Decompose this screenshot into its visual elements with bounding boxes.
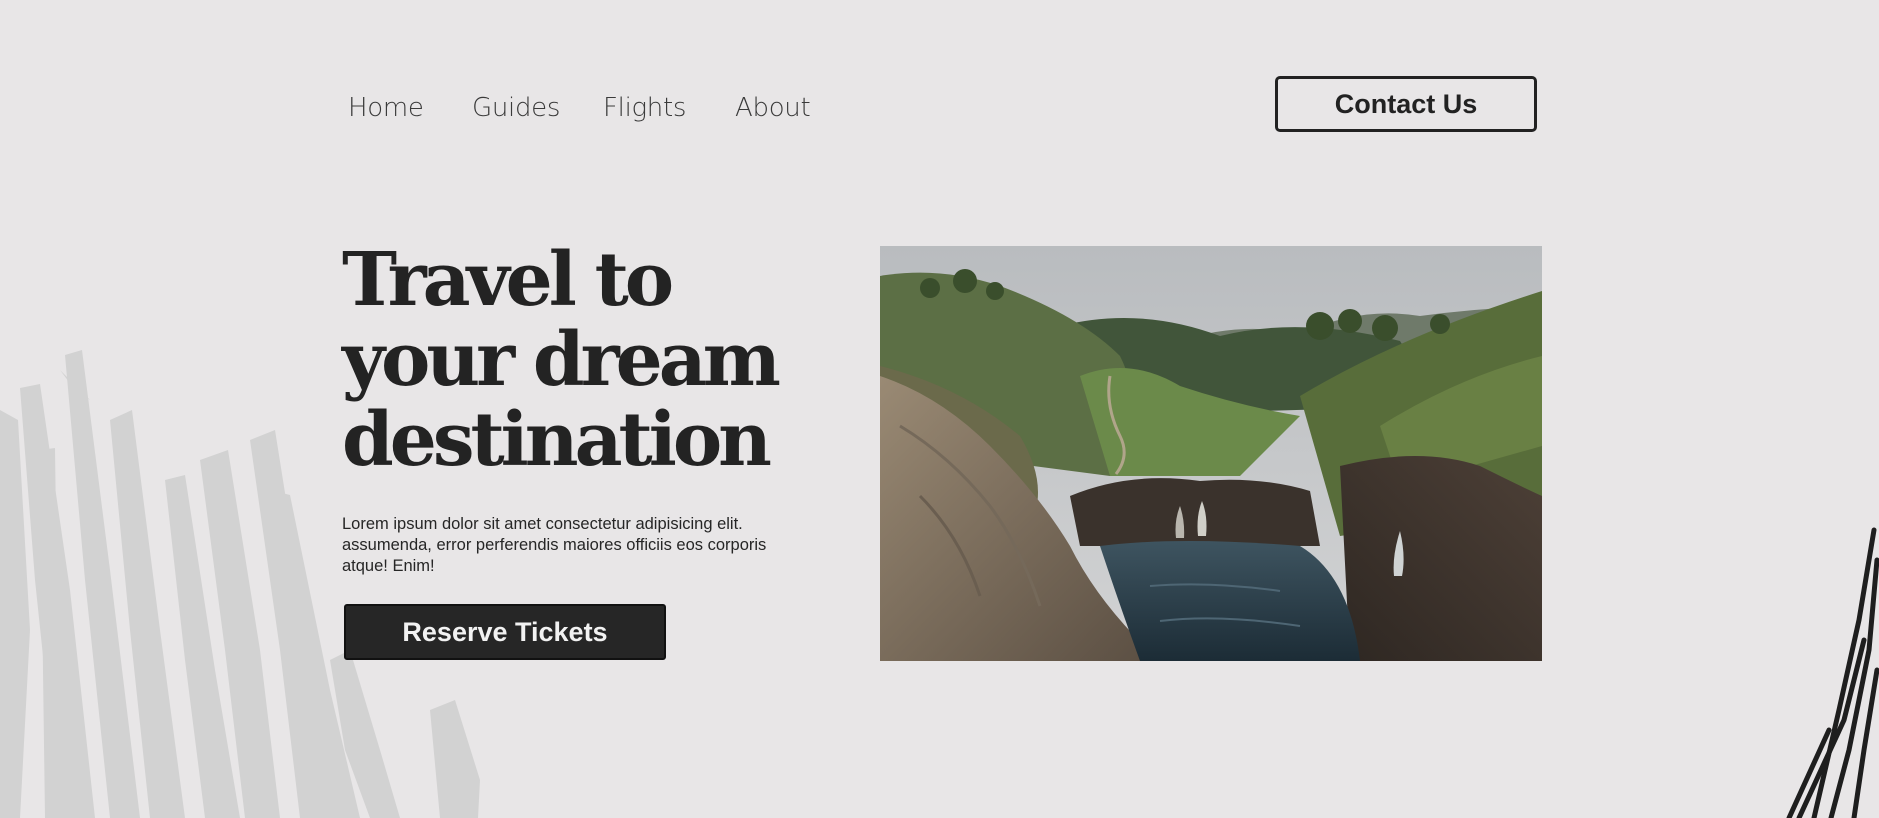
contact-us-button[interactable]: Contact Us	[1275, 76, 1537, 132]
nav-link-guides[interactable]: Guides	[472, 88, 603, 128]
nav-link-flights[interactable]: Flights	[603, 88, 735, 128]
decorative-grass-right	[1786, 527, 1879, 818]
nav-link-home[interactable]: Home	[348, 88, 472, 128]
headline-line-1: Travel to	[342, 237, 674, 323]
headline-line-2: your dream	[342, 317, 781, 403]
hero-description: Lorem ipsum dolor sit amet consectetur a…	[342, 515, 767, 575]
nav-link-about[interactable]: About	[735, 88, 855, 128]
main-nav: Home Guides Flights About	[348, 88, 855, 128]
headline-line-3: destination	[342, 397, 772, 483]
hero-landscape-image	[880, 246, 1542, 661]
hero-headline: Travel to your dream destination	[342, 240, 802, 480]
reserve-tickets-button[interactable]: Reserve Tickets	[344, 604, 666, 660]
